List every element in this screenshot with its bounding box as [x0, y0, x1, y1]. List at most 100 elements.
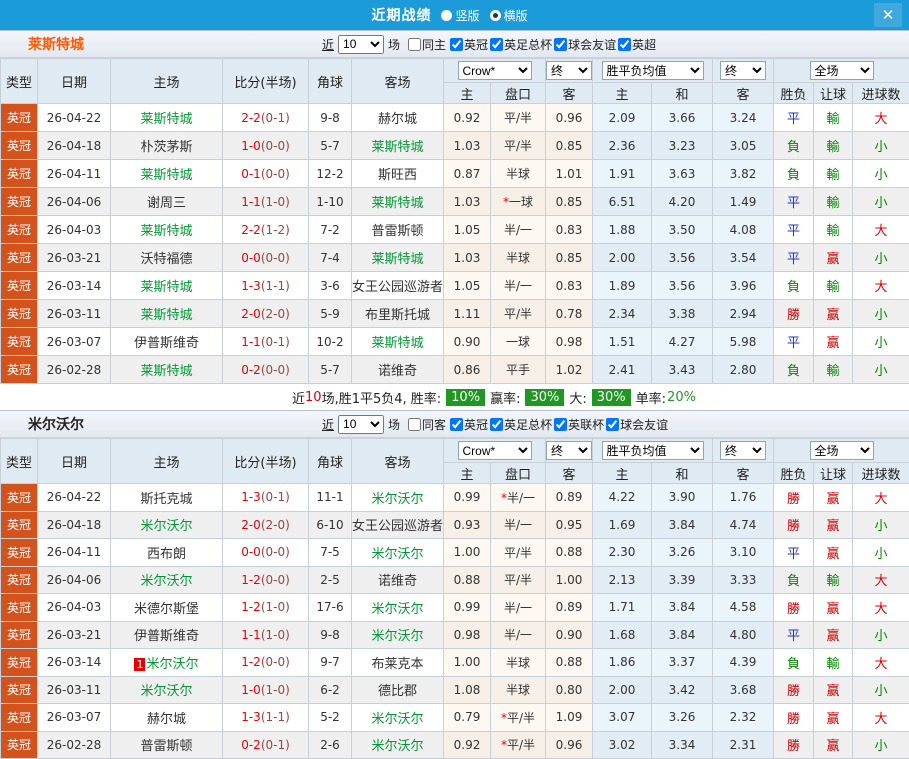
- close-button[interactable]: ✕: [874, 3, 902, 27]
- avg-odds-lose: 3.33: [713, 566, 774, 594]
- match-row: 英冠 26-03-07 赫尔城 1-3(1-1) 5-2 米尔沃尔 0.79 *…: [1, 704, 909, 732]
- result-wdl: 負: [774, 649, 814, 677]
- checkbox-input[interactable]: [450, 418, 463, 431]
- home-team-name: 西布朗: [147, 547, 186, 562]
- handicap-line: 半球: [491, 244, 546, 272]
- result-wdl: 平: [774, 104, 814, 132]
- col-home: 主场: [111, 59, 223, 104]
- match-row: 英冠 26-04-22 斯托克城 1-3(0-1) 11-1 米尔沃尔 0.99…: [1, 484, 909, 512]
- match-count-select[interactable]: 10: [338, 415, 384, 434]
- final-odds-select-2[interactable]: 终: [720, 61, 766, 80]
- summary-count: 10: [305, 390, 322, 405]
- match-count-select[interactable]: 10: [338, 35, 384, 54]
- away-team-cell: 米尔沃尔: [352, 704, 444, 732]
- result-wdl: 負: [774, 566, 814, 594]
- filter-checkbox[interactable]: 英冠: [448, 36, 488, 53]
- avg-odds-lose: 4.39: [713, 649, 774, 677]
- corners: 6-2: [309, 676, 352, 704]
- col-res-handicap: 让球: [814, 83, 853, 104]
- checkbox-input[interactable]: [606, 418, 619, 431]
- home-team-name: 赫尔城: [147, 712, 186, 727]
- checkbox-input[interactable]: [554, 418, 567, 431]
- filter-checkbox[interactable]: 同客: [406, 416, 446, 433]
- handicap-odds-home: 1.00: [444, 539, 491, 567]
- col-res-wdl: 胜负: [774, 83, 814, 104]
- handicap-odds-away: 1.02: [546, 356, 593, 384]
- bookmaker-select[interactable]: Crow*: [458, 61, 532, 80]
- corners: 1-10: [309, 188, 352, 216]
- checkbox-input[interactable]: [490, 38, 503, 51]
- checkbox-input[interactable]: [554, 38, 567, 51]
- fulltime-score: 0-0: [241, 251, 261, 265]
- checkbox-input[interactable]: [490, 418, 503, 431]
- final-odds-select-2[interactable]: 终: [720, 441, 766, 460]
- avg-odds-draw: 3.39: [652, 566, 713, 594]
- near-link[interactable]: 近: [322, 36, 334, 53]
- handicap-text: 平/半: [504, 573, 532, 587]
- result-handicap: 赢: [814, 511, 853, 539]
- checkbox-input[interactable]: [408, 38, 421, 51]
- filter-checkbox[interactable]: 英超: [616, 36, 656, 53]
- corners: 9-8: [309, 621, 352, 649]
- fulltime-score: 1-0: [241, 139, 261, 153]
- col-score: 比分(半场): [223, 439, 309, 484]
- radio-icon: [441, 10, 452, 21]
- result-handicap: 赢: [814, 539, 853, 567]
- filter-checkbox[interactable]: 英足总杯: [488, 36, 552, 53]
- checkbox-input[interactable]: [618, 38, 631, 51]
- result-wdl: 平: [774, 539, 814, 567]
- near-link[interactable]: 近: [322, 416, 334, 433]
- handicap-text: 平手: [506, 363, 530, 377]
- handicap-text: 半/一: [504, 223, 532, 237]
- col-avg-home: 主: [593, 83, 652, 104]
- view-mode-radio[interactable]: 横版: [490, 7, 528, 24]
- avg-odds-lose: 3.54: [713, 244, 774, 272]
- away-team-cell: 普雷斯顿: [352, 216, 444, 244]
- checkbox-input[interactable]: [450, 38, 463, 51]
- checkbox-input[interactable]: [408, 418, 421, 431]
- filter-checkbox[interactable]: 英冠: [448, 416, 488, 433]
- halftime-score: (0-1): [261, 111, 290, 125]
- col-odds-home: 主: [444, 463, 491, 484]
- handicap-text: 平/半: [507, 738, 535, 752]
- fulltime-score: 2-0: [241, 518, 261, 532]
- avg-odds-draw: 4.27: [652, 328, 713, 356]
- match-date: 26-03-11: [38, 300, 111, 328]
- avg-odds-win: 2.41: [593, 356, 652, 384]
- avg-odds-select[interactable]: 胜平负均值: [602, 61, 704, 80]
- filter-checkbox[interactable]: 英联杯: [552, 416, 604, 433]
- score-cell: 1-3(1-1): [223, 272, 309, 300]
- filter-checkbox[interactable]: 球会友谊: [604, 416, 668, 433]
- bookmaker-select[interactable]: Crow*: [458, 441, 532, 460]
- home-team-cell: 1米尔沃尔: [111, 649, 223, 677]
- home-team-cell: 伊普斯维奇: [111, 328, 223, 356]
- league-type-badge: 英冠: [1, 484, 38, 512]
- final-odds-select[interactable]: 终: [546, 61, 592, 80]
- fulltime-score: 1-2: [241, 573, 261, 587]
- red-card-badge: 1: [134, 658, 145, 671]
- fulltime-select[interactable]: 全场: [810, 441, 874, 460]
- checkbox-label: 同主: [422, 36, 446, 53]
- handicap-text: 半/一: [504, 601, 532, 615]
- final-odds-select[interactable]: 终: [546, 441, 592, 460]
- handicap-odds-away: 1.09: [546, 704, 593, 732]
- home-team-name: 普雷斯顿: [140, 739, 192, 754]
- radio-label: 竖版: [455, 7, 479, 24]
- fulltime-score: 0-0: [241, 545, 261, 559]
- fulltime-select[interactable]: 全场: [810, 61, 874, 80]
- avg-odds-select[interactable]: 胜平负均值: [602, 441, 704, 460]
- halftime-score: (1-1): [261, 279, 290, 293]
- handicap-line: 半/一: [491, 272, 546, 300]
- col-res-wdl: 胜负: [774, 463, 814, 484]
- handicap-text: 一球: [509, 195, 533, 209]
- filter-checkbox[interactable]: 球会友谊: [552, 36, 616, 53]
- filter-checkbox[interactable]: 同主: [406, 36, 446, 53]
- handicap-odds-away: 0.80: [546, 676, 593, 704]
- match-date: 26-03-14: [38, 272, 111, 300]
- handicap-text: 半球: [506, 167, 530, 181]
- filter-checkbox[interactable]: 英足总杯: [488, 416, 552, 433]
- col-res-goals: 进球数: [853, 463, 909, 484]
- match-row: 英冠 26-03-11 米尔沃尔 1-0(1-0) 6-2 德比郡 1.08 半…: [1, 676, 909, 704]
- view-mode-radio[interactable]: 竖版: [441, 7, 479, 24]
- away-team-cell: 斯旺西: [352, 160, 444, 188]
